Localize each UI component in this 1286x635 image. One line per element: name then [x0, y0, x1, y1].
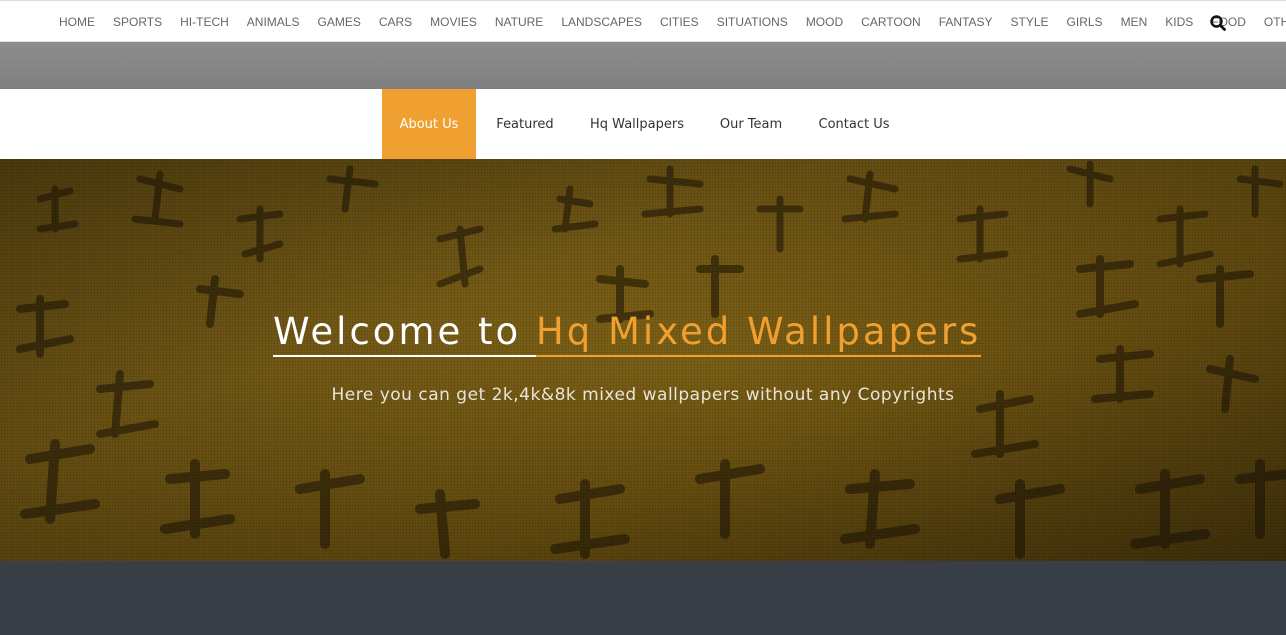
- nav-item-men[interactable]: MEN: [1121, 15, 1148, 29]
- nav-item-situations[interactable]: SITUATIONS: [717, 15, 788, 29]
- nav-link-our-team[interactable]: Our Team: [708, 89, 794, 159]
- hero-title: Welcome to Hq Mixed Wallpapers: [273, 309, 1014, 357]
- nav-item-games[interactable]: GAMES: [317, 15, 360, 29]
- hero-title-highlight: Hq Mixed Wallpapers: [535, 310, 982, 357]
- nav-item-home[interactable]: HOME: [59, 15, 95, 29]
- nav-link-about-us[interactable]: About Us: [382, 89, 476, 159]
- nav-link-contact-us[interactable]: Contact Us: [810, 89, 898, 159]
- nav-link-hq-wallpapers[interactable]: Hq Wallpapers: [580, 89, 694, 159]
- nav-item-cities[interactable]: CITIES: [660, 15, 699, 29]
- nav-item-cartoon[interactable]: CARTOON: [861, 15, 921, 29]
- nav-item-movies[interactable]: MOVIES: [430, 15, 477, 29]
- header-banner-strip: [0, 42, 1286, 89]
- hero-section: Welcome to Hq Mixed Wallpapers Here you …: [0, 159, 1286, 561]
- nav-item-kids[interactable]: KIDS: [1165, 15, 1193, 29]
- nav-link-featured[interactable]: Featured: [478, 89, 572, 159]
- texture-overlay: [0, 159, 1286, 561]
- nav-item-sports[interactable]: SPORTS: [113, 15, 162, 29]
- category-nav-items: HOME SPORTS HI-TECH ANIMALS GAMES CARS M…: [59, 1, 1286, 43]
- nav-item-fantasy[interactable]: FANTASY: [939, 15, 993, 29]
- nav-item-nature[interactable]: NATURE: [495, 15, 543, 29]
- nav-item-animals[interactable]: ANIMALS: [247, 15, 300, 29]
- hero-subtitle: Here you can get 2k,4k&8k mixed wallpape…: [331, 385, 955, 405]
- nav-item-mood[interactable]: MOOD: [806, 15, 843, 29]
- main-navbar: About Us Featured Hq Wallpapers Our Team…: [0, 89, 1286, 159]
- nav-item-style[interactable]: STYLE: [1011, 15, 1049, 29]
- nav-item-landscapes[interactable]: LANDSCAPES: [561, 15, 642, 29]
- nav-item-cars[interactable]: CARS: [379, 15, 412, 29]
- hero-title-prefix: Welcome to: [273, 310, 536, 357]
- content-section: [0, 561, 1286, 635]
- nav-item-hi-tech[interactable]: HI-TECH: [180, 15, 229, 29]
- search-icon[interactable]: [1209, 14, 1227, 32]
- nav-item-other[interactable]: OTHER: [1264, 15, 1286, 29]
- category-navbar: HOME SPORTS HI-TECH ANIMALS GAMES CARS M…: [0, 0, 1286, 42]
- nav-item-girls[interactable]: GIRLS: [1067, 15, 1103, 29]
